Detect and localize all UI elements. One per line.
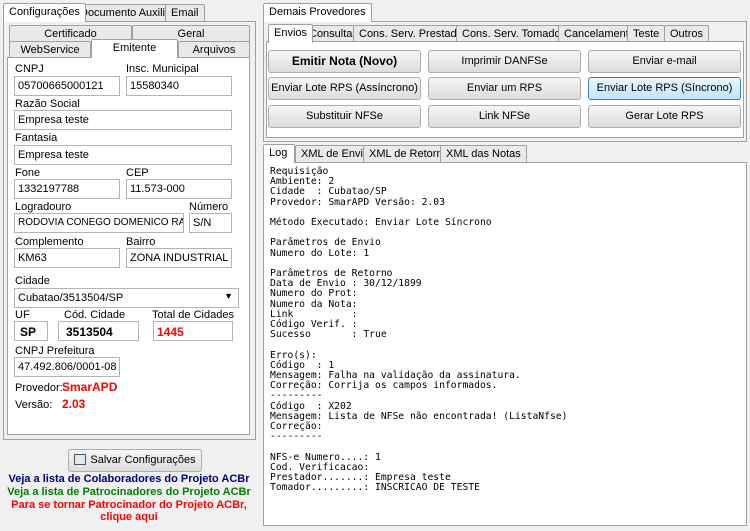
total-cidades-field: 1445 <box>153 321 233 341</box>
cidade-select[interactable]: Cubatao/3513504/SP ▼ <box>14 288 239 308</box>
link-nfse-button[interactable]: Link NFSe <box>428 105 581 128</box>
cod-cidade-label: Cód. Cidade <box>64 309 126 321</box>
tab-log[interactable]: Log <box>263 144 295 163</box>
cidade-value: Cubatao/3513504/SP <box>18 292 124 304</box>
numero-label: Número <box>189 201 229 213</box>
razao-social-field[interactable]: Empresa teste <box>14 110 232 130</box>
save-config-button[interactable]: Salvar Configurações <box>68 449 202 472</box>
enviar-lote-sincrono-button[interactable]: Enviar Lote RPS (Síncrono) <box>588 77 741 100</box>
substituir-nfse-button[interactable]: Substituir NFSe <box>268 105 421 128</box>
cnpj-prefeitura-label: CNPJ Prefeitura <box>15 345 95 357</box>
enviar-email-button[interactable]: Enviar e-mail <box>588 50 741 73</box>
provedor-label: Provedor: <box>15 382 63 394</box>
versao-label: Versão: <box>15 399 53 411</box>
fone-label: Fone <box>15 167 41 179</box>
complemento-label: Complemento <box>15 236 84 248</box>
save-icon <box>74 454 87 465</box>
complemento-field[interactable]: KM63 <box>14 248 120 268</box>
cidade-label: Cidade <box>15 275 50 287</box>
bairro-field[interactable]: ZONA INDUSTRIAL <box>126 248 232 268</box>
save-config-label: Salvar Configurações <box>90 454 196 466</box>
cnpj-prefeitura-field[interactable]: 47.492.806/0001-08 <box>14 357 120 377</box>
tab-xml-notas[interactable]: XML das Notas <box>440 145 527 162</box>
cod-cidade-field[interactable]: 3513504 <box>58 321 139 341</box>
total-cidades-label: Total de Cidades <box>152 309 234 321</box>
logradouro-label: Logradouro <box>15 201 72 213</box>
fantasia-label: Fantasia <box>15 132 58 144</box>
tab-emitente[interactable]: Emitente <box>91 39 178 58</box>
provedor-value: SmarAPD <box>62 380 118 394</box>
link-clique-aqui[interactable]: clique aqui <box>0 511 258 523</box>
bairro-label: Bairro <box>126 236 156 248</box>
link-colaboradores[interactable]: Veja a lista de Colaboradores do Projeto… <box>0 473 258 485</box>
uf-field[interactable]: SP <box>14 321 48 341</box>
tab-envios[interactable]: Envios <box>268 24 314 43</box>
cnpj-label: CNPJ <box>15 63 44 75</box>
tab-demais-provedores[interactable]: Demais Provedores <box>263 3 372 22</box>
tab-webservice[interactable]: WebService <box>9 41 91 58</box>
gerar-lote-rps-button[interactable]: Gerar Lote RPS <box>588 105 741 128</box>
uf-label: UF <box>15 309 30 321</box>
tab-outros[interactable]: Outros <box>664 25 710 42</box>
cnpj-field[interactable]: 05700665000121 <box>14 76 120 96</box>
numero-field[interactable]: S/N <box>189 213 232 233</box>
emitir-nota-button[interactable]: Emitir Nota (Novo) <box>268 50 421 73</box>
versao-value: 2.03 <box>62 397 86 411</box>
insc-municipal-field[interactable]: 15580340 <box>126 76 232 96</box>
fantasia-field[interactable]: Empresa teste <box>14 145 232 165</box>
fone-field[interactable]: 1332197788 <box>14 179 120 199</box>
cep-label: CEP <box>126 167 149 179</box>
enviar-lote-assincrono-button[interactable]: Enviar Lote RPS (Assíncrono) <box>268 77 421 100</box>
razao-social-label: Razão Social <box>15 98 80 110</box>
insc-municipal-label: Insc. Municipal <box>126 63 199 75</box>
tab-cons-serv-tomados[interactable]: Cons. Serv. Tomados <box>456 25 573 42</box>
enviar-um-rps-button[interactable]: Enviar um RPS <box>428 77 581 100</box>
imprimir-danfse-button[interactable]: Imprimir DANFSe <box>428 50 581 73</box>
log-textarea[interactable]: Requisição Ambiente: 2 Cidade : Cubatao/… <box>263 162 747 526</box>
tab-configuracoes[interactable]: Configurações <box>3 3 86 22</box>
link-patrocinadores[interactable]: Veja a lista de Patrocinadores do Projet… <box>0 486 258 498</box>
tab-teste[interactable]: Teste <box>627 25 666 42</box>
tab-arquivos[interactable]: Arquivos <box>178 41 250 58</box>
chevron-down-icon[interactable]: ▼ <box>224 291 233 301</box>
tab-email[interactable]: Email <box>165 4 205 21</box>
cep-field[interactable]: 11.573-000 <box>126 179 232 199</box>
link-tornar-patrocinador[interactable]: Para se tornar Patrocinador do Projeto A… <box>0 499 258 511</box>
logradouro-field[interactable]: RODOVIA CONEGO DOMENICO RANGO <box>14 213 184 233</box>
